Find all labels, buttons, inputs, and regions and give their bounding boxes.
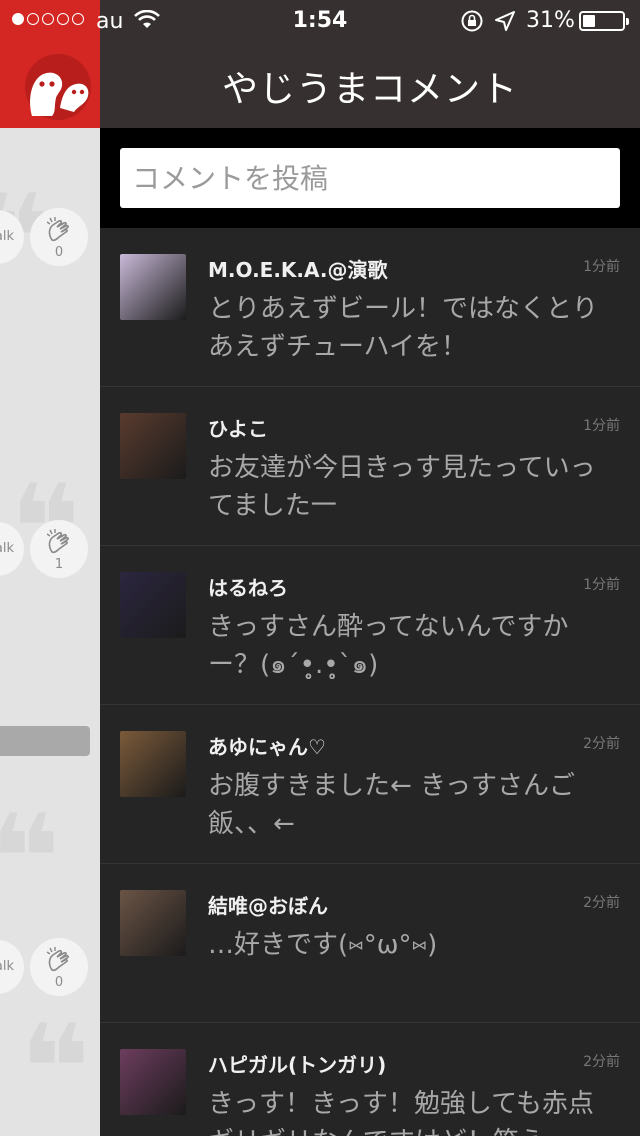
clap-count: 0 (54, 975, 64, 990)
comment-item[interactable]: 結唯@おぼん 2分前 …好きです(⑅°ω°⑅) (100, 864, 640, 1023)
progress-bar-stub (0, 726, 90, 756)
comment-timestamp: 1分前 (583, 259, 620, 275)
comment-username: M.O.E.K.A.@演歌 (208, 258, 388, 282)
status-bar: au 1:54 31% (0, 0, 640, 40)
compose-area (100, 128, 640, 228)
comment-item[interactable]: ひよこ 1分前 お友達が今日きっす見たっていってました一 (100, 387, 640, 546)
clap-count: 1 (54, 557, 64, 572)
clap-button[interactable]: 0 (30, 938, 88, 996)
comment-item[interactable]: ハピガル(トンガリ) 2分前 きっす！きっす！勉強しても赤点ギリギリなんですけど… (100, 1023, 640, 1136)
clap-hands-icon (46, 217, 69, 242)
underlying-screen-panel: ❝ ❝ ❝ ❝ alk 0 alk 1 alk 0 (0, 0, 100, 1136)
comment-item[interactable]: あゆにゃん♡ 2分前 お腹すきました← きっすさんご飯、、← (100, 705, 640, 864)
orientation-lock-icon (461, 10, 483, 32)
comment-text: きっす！きっす！勉強しても赤点ギリギリなんですけど！笑え (208, 1089, 594, 1136)
battery-level (583, 15, 595, 27)
comment-item[interactable]: M.O.E.K.A.@演歌 1分前 とりあえずビール！ではなくとりあえずチューハ… (100, 228, 640, 387)
clap-hands-icon (46, 529, 69, 554)
user-avatar[interactable] (120, 890, 186, 956)
battery-percentage: 31% (526, 8, 575, 33)
comment-text: とりあえずビール！ではなくとりあえずチューハイを！ (208, 294, 599, 362)
location-arrow-icon (495, 11, 515, 31)
watermark-shape: ❝ (20, 1000, 91, 1136)
user-avatar[interactable] (120, 731, 186, 797)
comment-username: あゆにゃん♡ (208, 735, 326, 759)
comment-timestamp: 2分前 (583, 1054, 620, 1070)
user-avatar[interactable] (120, 413, 186, 479)
watermark-shape: ❝ (0, 790, 61, 929)
clap-button[interactable]: 1 (30, 520, 88, 578)
user-avatar[interactable] (120, 254, 186, 320)
clap-count: 0 (54, 245, 64, 260)
comment-timestamp: 2分前 (583, 736, 620, 752)
page-title: やじうまコメント (221, 69, 518, 110)
comment-username: 結唯@おぼん (208, 894, 328, 918)
user-avatar[interactable] (120, 1049, 186, 1115)
comment-item[interactable]: はるねろ 1分前 きっすさん酔ってないんですかー？(๑´•̥̥̥.•̥̥̥`๑) (100, 546, 640, 705)
talk-button[interactable]: alk (0, 940, 24, 994)
comment-text: …好きです(⑅°ω°⑅) (208, 930, 438, 960)
comment-text: きっすさん酔ってないんですかー？(๑´•̥̥̥.•̥̥̥`๑) (208, 612, 569, 680)
user-avatar[interactable] (120, 572, 186, 638)
comment-input[interactable] (120, 148, 620, 208)
comment-text: お友達が今日きっす見たっていってました一 (208, 453, 596, 521)
clap-button[interactable]: 0 (30, 208, 88, 266)
ghost-mascot-icon (30, 72, 89, 116)
comment-username: ハピガル(トンガリ) (208, 1053, 387, 1077)
clap-hands-icon (46, 947, 69, 972)
comment-timestamp: 1分前 (583, 418, 620, 434)
battery-icon (579, 11, 629, 31)
comment-timestamp: 2分前 (583, 895, 620, 911)
comment-username: はるねろ (208, 576, 288, 600)
comment-timestamp: 1分前 (583, 577, 620, 593)
comment-list[interactable]: M.O.E.K.A.@演歌 1分前 とりあえずビール！ではなくとりあえずチューハ… (100, 228, 640, 1136)
comment-text: お腹すきました← きっすさんご飯、、← (208, 771, 576, 839)
comment-username: ひよこ (208, 417, 268, 441)
